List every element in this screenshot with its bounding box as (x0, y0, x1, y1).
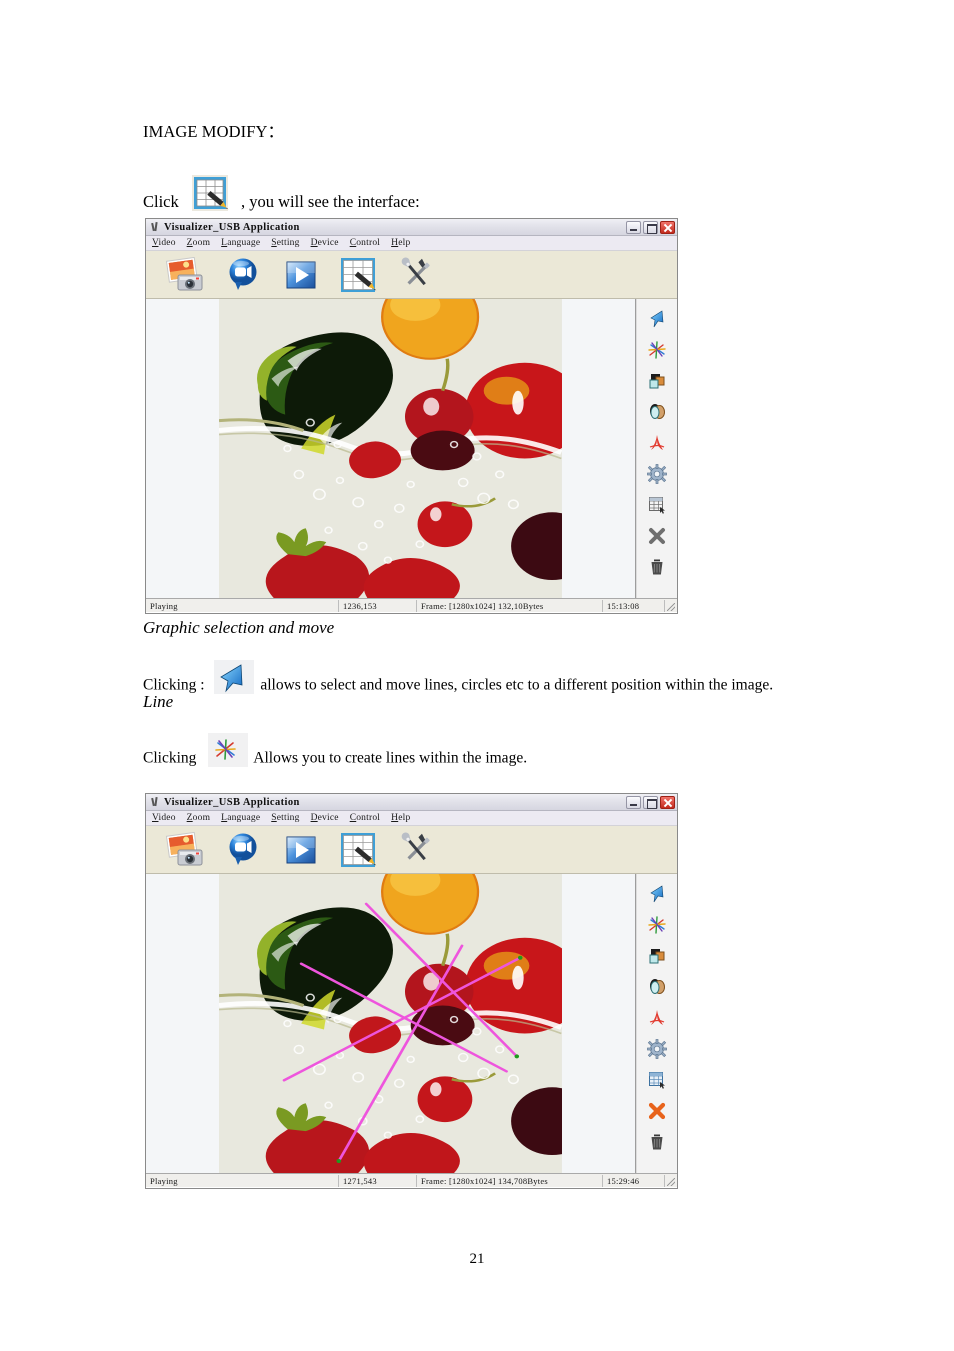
captured-photo-annotated (219, 874, 562, 1173)
menu-item-language[interactable]: Language (221, 813, 260, 823)
video-record-icon[interactable] (222, 830, 264, 870)
menu-item-help[interactable]: Help (391, 238, 410, 248)
image-modify-icon[interactable] (338, 830, 380, 870)
video-preview-area[interactable] (146, 874, 636, 1173)
subheading-line: Line (143, 692, 174, 711)
status-coords: 1236,153 (339, 599, 417, 612)
preview-stage (146, 874, 677, 1173)
tools-icon[interactable] (396, 255, 438, 295)
image-modify-icon[interactable] (338, 255, 380, 295)
play-icon[interactable] (280, 255, 322, 295)
rectangle-icon[interactable] (644, 369, 671, 393)
menu-item-device[interactable]: Device (311, 238, 339, 248)
close-button[interactable] (660, 220, 675, 234)
video-preview-area[interactable] (146, 299, 636, 598)
clicking-line-line: Clicking Allows you to create lines with… (143, 733, 528, 778)
window-controls[interactable] (626, 795, 675, 809)
app-window-2[interactable]: Visualizer_USB Application Video Zoom La… (145, 793, 678, 1189)
table-grid-icon[interactable] (644, 493, 671, 517)
ellipse-icon[interactable] (644, 400, 671, 424)
status-bar-2: Playing 1271,543 Frame: [1280x1024] 134,… (146, 1173, 677, 1187)
subheading-graphic-selection: Graphic selection and move (143, 618, 335, 637)
line-draw-icon (202, 733, 250, 771)
arrow-select-icon[interactable] (644, 307, 671, 331)
trash-icon[interactable] (644, 1130, 671, 1154)
page-number: 21 (469, 1251, 485, 1267)
document-page: IMAGE MODIFY： Click , you will see the i… (0, 0, 954, 1351)
tool-bar[interactable] (146, 826, 677, 874)
tool-bar[interactable] (146, 251, 677, 299)
status-frame: Frame: [1280x1024] 134,708Bytes (417, 1174, 603, 1187)
ellipse-icon[interactable] (644, 975, 671, 999)
arrow-select-icon (208, 660, 256, 698)
maximize-button[interactable] (643, 795, 658, 809)
clicking-arrow-line: Clicking : allows to select and move lin… (143, 660, 774, 705)
clicking-prefix-1: Clicking : (143, 676, 205, 694)
title-bar[interactable]: Visualizer_USB Application (146, 219, 677, 236)
clicking-prefix-2: Clicking (143, 749, 197, 767)
curve-icon[interactable] (644, 1006, 671, 1030)
click-instruction-line: Click , you will see the interface: (143, 175, 420, 223)
tool-palette-1[interactable] (636, 299, 677, 598)
tools-icon[interactable] (396, 830, 438, 870)
click-prefix-label: Click (143, 191, 179, 211)
trash-icon[interactable] (644, 555, 671, 579)
menu-item-control[interactable]: Control (350, 238, 380, 248)
menu-item-zoom[interactable]: Zoom (187, 238, 211, 248)
photo-capture-icon[interactable] (164, 830, 206, 870)
menu-item-video[interactable]: Video (152, 813, 176, 823)
gear-icon[interactable] (644, 462, 671, 486)
menu-bar[interactable]: Video Zoom Language Setting Device Contr… (146, 811, 677, 826)
window-controls[interactable] (626, 220, 675, 234)
close-button[interactable] (660, 795, 675, 809)
preview-stage (146, 299, 677, 598)
menu-item-device[interactable]: Device (311, 813, 339, 823)
clicking-suffix-2: Allows you to create lines within the im… (253, 749, 528, 767)
gear-icon[interactable] (644, 1037, 671, 1061)
menu-item-setting[interactable]: Setting (271, 813, 299, 823)
menu-item-video[interactable]: Video (152, 238, 176, 248)
menu-item-zoom[interactable]: Zoom (187, 813, 211, 823)
page-section-title: IMAGE MODIFY： (143, 122, 285, 141)
line-draw-icon[interactable] (644, 913, 671, 937)
menu-item-control[interactable]: Control (350, 813, 380, 823)
captured-photo (219, 299, 562, 598)
scissors-icon (150, 797, 161, 808)
status-state: Playing (146, 1174, 339, 1187)
window-title: Visualizer_USB Application (164, 796, 300, 808)
status-time: 15:13:08 (603, 599, 665, 612)
window-title: Visualizer_USB Application (164, 221, 300, 233)
curve-icon[interactable] (644, 431, 671, 455)
video-record-icon[interactable] (222, 255, 264, 295)
status-time: 15:29:46 (603, 1174, 665, 1187)
resize-grip[interactable] (665, 600, 677, 612)
status-state: Playing (146, 599, 339, 612)
scissors-icon (150, 222, 161, 233)
image-modify-icon (185, 174, 235, 214)
menu-item-help[interactable]: Help (391, 813, 410, 823)
status-frame: Frame: [1280x1024] 132,10Bytes (417, 599, 603, 612)
app-window-1[interactable]: Visualizer_USB Application Video Zoom La… (145, 218, 678, 614)
delete-x-icon[interactable] (644, 524, 671, 548)
status-coords: 1271,543 (339, 1174, 417, 1187)
play-icon[interactable] (280, 830, 322, 870)
status-bar-1: Playing 1236,153 Frame: [1280x1024] 132,… (146, 598, 677, 612)
rectangle-icon[interactable] (644, 944, 671, 968)
maximize-button[interactable] (643, 220, 658, 234)
clicking-suffix-1: allows to select and move lines, circles… (260, 676, 774, 694)
resize-grip[interactable] (665, 1175, 677, 1187)
delete-x-icon[interactable] (644, 1099, 671, 1123)
menu-item-setting[interactable]: Setting (271, 238, 299, 248)
minimize-button[interactable] (626, 220, 641, 234)
title-bar[interactable]: Visualizer_USB Application (146, 794, 677, 811)
photo-capture-icon[interactable] (164, 255, 206, 295)
table-grid-icon[interactable] (644, 1068, 671, 1092)
arrow-select-icon[interactable] (644, 882, 671, 906)
minimize-button[interactable] (626, 795, 641, 809)
menu-bar[interactable]: Video Zoom Language Setting Device Contr… (146, 236, 677, 251)
menu-item-language[interactable]: Language (221, 238, 260, 248)
line-draw-icon[interactable] (644, 338, 671, 362)
click-suffix-label: , you will see the interface: (241, 191, 420, 211)
tool-palette-2[interactable] (636, 874, 677, 1173)
